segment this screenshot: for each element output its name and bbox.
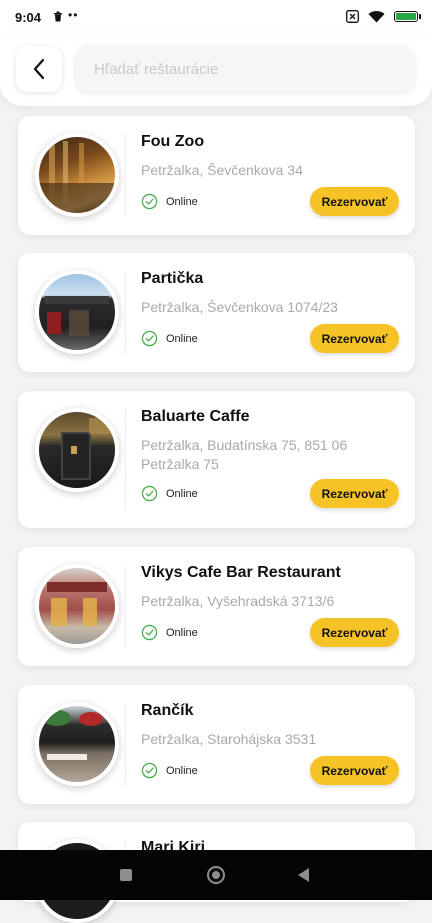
restaurant-address: Petržalka, Budatínska 75, 851 06 Petržal… [141, 437, 348, 472]
back-button[interactable] [16, 46, 62, 92]
search-box[interactable] [76, 46, 414, 92]
check-circle-icon [141, 624, 158, 641]
reserve-button[interactable]: Rezervovať [310, 756, 399, 785]
restaurant-card[interactable]: Baluarte Caffe Petržalka, Budatínska 75,… [18, 391, 415, 528]
check-circle-icon [141, 330, 158, 347]
restaurant-address: Petržalka, Ševčenkova 1074/23 [141, 299, 338, 315]
restaurant-address: Petržalka, Vyšehradská 3713/6 [141, 593, 335, 609]
trash-icon [54, 11, 62, 22]
restaurant-photo [35, 564, 119, 648]
reserve-button[interactable]: Rezervovať [310, 187, 399, 216]
check-circle-icon [141, 762, 158, 779]
system-nav-bar [0, 850, 432, 900]
status-label: Online [166, 332, 198, 345]
restaurant-name: Rančík [141, 702, 194, 719]
restaurant-card[interactable]: Vikys Cafe Bar Restaurant Petržalka, Vyš… [18, 547, 415, 666]
restaurant-name: Baluarte Caffe [141, 408, 250, 425]
status-label: Online [166, 195, 198, 208]
sim-icon [346, 10, 359, 23]
restaurant-name: Fou Zoo [141, 133, 205, 150]
restaurant-address: Petržalka, Starohájska 3531 [141, 731, 317, 747]
recent-apps-icon[interactable] [120, 869, 132, 881]
restaurant-photo [35, 408, 119, 492]
home-icon[interactable] [207, 866, 225, 884]
restaurant-photo [35, 702, 119, 786]
online-status: Online [141, 193, 198, 210]
restaurant-card[interactable]: Fou Zoo Petržalka, Ševčenkova 34 Online … [18, 116, 415, 235]
search-input[interactable] [92, 59, 398, 79]
reserve-button[interactable]: Rezervovať [310, 479, 399, 508]
restaurant-card[interactable]: Partička Petržalka, Ševčenkova 1074/23 O… [18, 253, 415, 372]
status-label: Online [166, 764, 198, 777]
notification-dots: •• [68, 8, 79, 22]
restaurant-name: Partička [141, 270, 204, 287]
chevron-left-icon [33, 58, 45, 80]
status-time: 9:04 [15, 10, 42, 25]
reserve-button[interactable]: Rezervovať [310, 324, 399, 353]
restaurant-address: Petržalka, Ševčenkova 34 [141, 162, 303, 178]
restaurant-name: Vikys Cafe Bar Restaurant [141, 564, 341, 581]
wifi-icon [368, 10, 385, 23]
online-status: Online [141, 485, 198, 502]
online-status: Online [141, 330, 198, 347]
status-label: Online [166, 487, 198, 500]
restaurant-photo [35, 270, 119, 354]
check-circle-icon [141, 193, 158, 210]
restaurant-photo [35, 133, 119, 217]
status-label: Online [166, 626, 198, 639]
restaurant-card[interactable]: Rančík Petržalka, Starohájska 3531 Onlin… [18, 685, 415, 804]
online-status: Online [141, 624, 198, 641]
back-triangle-icon[interactable] [298, 868, 309, 882]
app-header [0, 34, 432, 106]
battery-icon [394, 11, 421, 22]
check-circle-icon [141, 485, 158, 502]
online-status: Online [141, 762, 198, 779]
status-bar: 9:04 •• [0, 0, 432, 34]
reserve-button[interactable]: Rezervovať [310, 618, 399, 647]
